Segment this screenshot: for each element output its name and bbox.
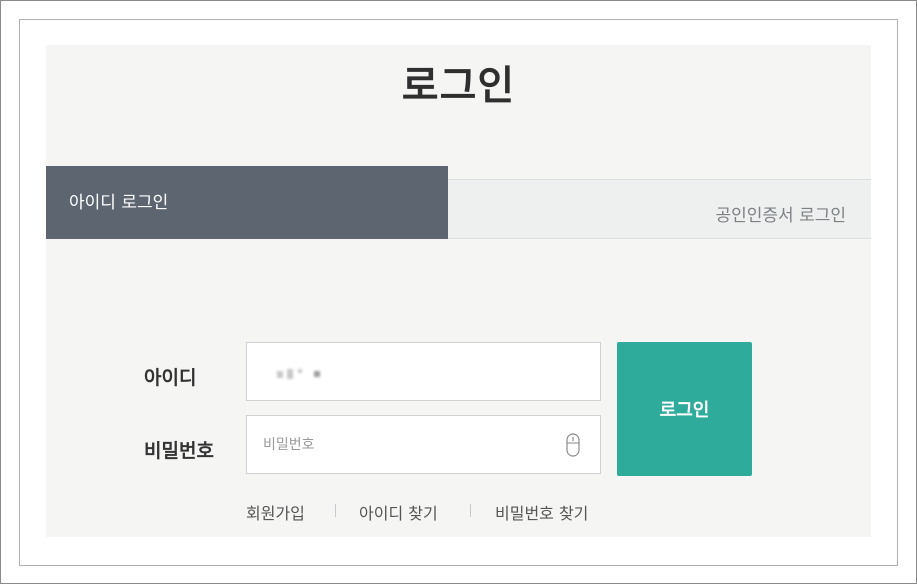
password-input-box[interactable]	[246, 415, 601, 474]
mouse-icon	[566, 433, 580, 457]
join-link[interactable]: 회원가입	[246, 500, 305, 524]
password-field-label: 비밀번호	[144, 440, 214, 462]
password-input[interactable]	[247, 416, 600, 473]
id-input-box[interactable]	[246, 342, 601, 401]
find-id-link[interactable]: 아이디 찾기	[359, 500, 438, 524]
find-password-link[interactable]: 비밀번호 찾기	[495, 500, 588, 524]
login-panel: 로그인 아이디 로그인 공인인증서 로그인 아이디 비밀번호 로그인 회원가입 …	[46, 45, 871, 537]
tab-certificate-login[interactable]: 공인인증서 로그인	[448, 179, 871, 239]
link-divider	[470, 504, 471, 517]
login-button[interactable]: 로그인	[617, 342, 752, 476]
link-divider	[335, 504, 336, 517]
id-field-label: 아이디	[144, 367, 197, 389]
tab-id-login[interactable]: 아이디 로그인	[46, 166, 448, 239]
page-title: 로그인	[401, 63, 516, 109]
tab-id-login-label: 아이디 로그인	[69, 193, 169, 213]
tab-certificate-login-label: 공인인증서 로그인	[715, 206, 846, 226]
